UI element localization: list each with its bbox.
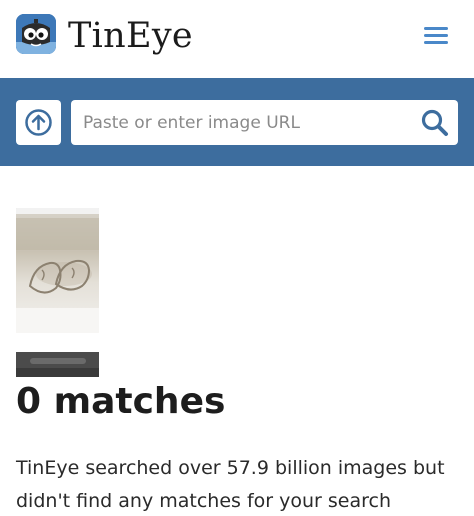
upload-button[interactable] xyxy=(16,100,61,145)
brand-name[interactable]: TinEye xyxy=(68,14,193,58)
tineye-robot-icon[interactable] xyxy=(16,14,56,54)
matches-heading: 0 matches xyxy=(16,381,226,422)
url-input-box xyxy=(71,100,458,145)
query-image-thumbnail xyxy=(16,208,99,333)
url-input[interactable] xyxy=(71,100,411,145)
hamburger-menu-icon[interactable] xyxy=(422,24,452,46)
top-header: TinEye xyxy=(0,0,474,78)
query-image-thumbnail-strip xyxy=(16,352,99,377)
magnifier-icon xyxy=(421,109,448,136)
search-bar-band xyxy=(0,78,474,166)
upload-arrow-icon xyxy=(25,109,52,136)
result-description: TinEye searched over 57.9 billion images… xyxy=(16,457,445,512)
search-button[interactable] xyxy=(420,108,450,138)
